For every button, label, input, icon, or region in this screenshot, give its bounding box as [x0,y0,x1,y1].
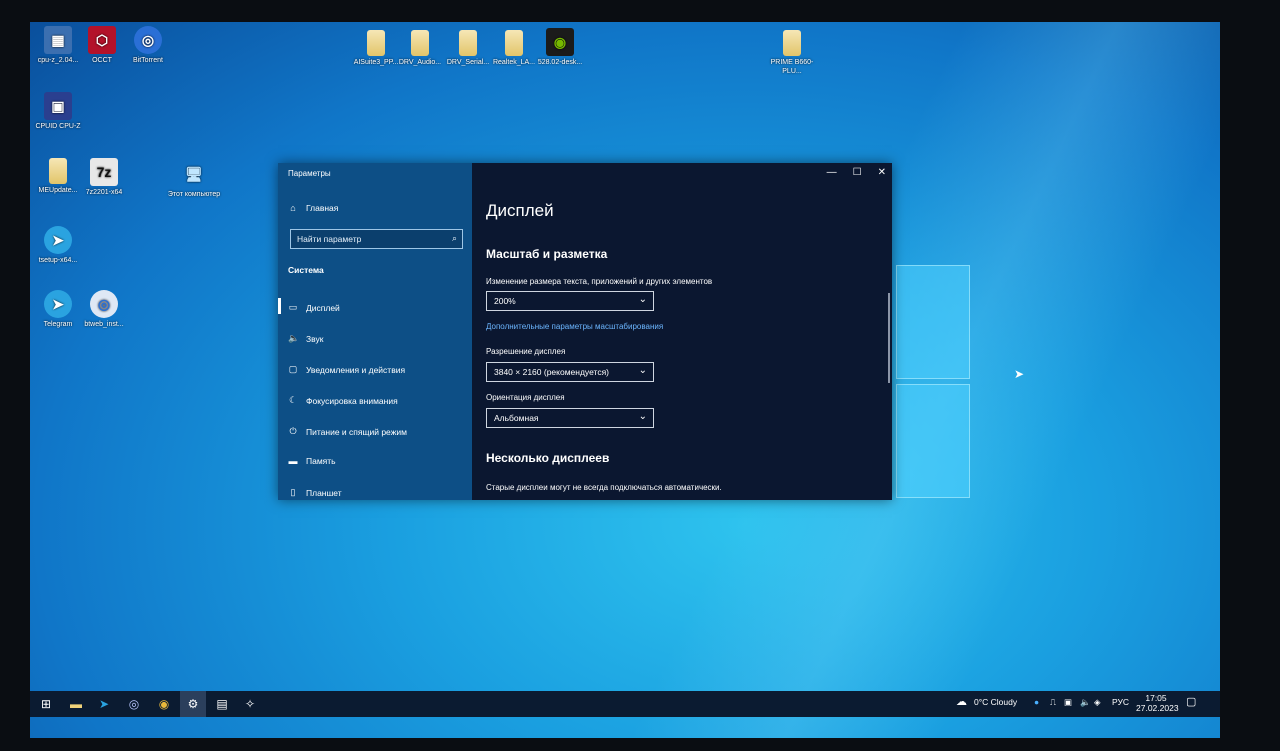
wallpaper-logo-pane [896,384,970,498]
folder-icon [411,30,429,56]
gpu-tray-icon[interactable]: ◈ [1094,697,1101,708]
tray-app-icon[interactable]: ● [1034,697,1039,707]
window-title: Параметры [288,169,331,178]
sidebar-item-focus[interactable]: ☾ Фокусировка внимания [288,395,398,406]
orientation-label: Ориентация дисплея [486,393,565,402]
browser-icon[interactable]: ◎ [126,696,142,712]
notification-center-icon[interactable]: ▢ [1186,695,1196,708]
start-button[interactable]: ⊞ [38,696,54,712]
volume-icon[interactable]: 🔈 [1080,697,1091,708]
home-icon: ⌂ [290,203,296,213]
settings-window: Параметры ⌂ Главная Найти параметр ⌕ Сис… [278,163,892,500]
section-heading-multiple-displays: Несколько дисплеев [486,451,610,465]
close-button[interactable]: ✕ [878,167,886,178]
settings-sidebar: Параметры ⌂ Главная Найти параметр ⌕ Сис… [278,163,472,500]
sidebar-item-storage[interactable]: ▬ Память [288,456,336,466]
minimize-button[interactable]: — [827,167,837,178]
installer-icon[interactable]: ▤ [214,696,230,712]
sidebar-item-power[interactable]: ⏻ Питание и спящий режим [288,426,407,437]
language-indicator[interactable]: РУС [1112,697,1129,707]
sidebar-item-display[interactable]: ▭ Дисплей [288,302,340,313]
desktop-icon-bittorrent[interactable]: ◎ BitTorrent [120,26,176,65]
settings-content: — ☐ ✕ Дисплей Масштаб и разметка Изменен… [472,163,892,500]
chevron-down-icon: ⌄ [638,365,647,376]
scale-dropdown[interactable]: 200% ⌄ [486,291,654,311]
7zip-icon: 7z [90,158,118,186]
tablet-icon: ▯ [290,487,296,497]
sidebar-item-tablet[interactable]: ▯ Планшет [288,487,342,498]
app-icon[interactable]: ✧ [242,696,258,712]
cpu-icon: ▦ [44,26,72,54]
computer-icon: 🖥 [185,165,203,182]
date-text: 27.02.2023 [1136,703,1179,713]
settings-gear-icon[interactable]: ⚙ [180,691,206,717]
desktop-icon-this-pc[interactable]: 🖥 Этот компьютер [166,160,222,199]
section-heading-scale: Масштаб и разметка [486,247,608,261]
sidebar-section-system: Система [288,265,324,275]
search-icon: ⌕ [451,233,457,243]
desktop-icon-nvidia-driver[interactable]: ◉ 528.02-desk... [532,28,588,67]
resolution-label: Разрешение дисплея [486,347,566,356]
monitor-icon: ▭ [288,302,298,312]
caption-buttons: — ☐ ✕ [827,167,886,178]
scale-label: Изменение размера текста, приложений и д… [486,277,713,286]
resolution-dropdown[interactable]: 3840 × 2160 (рекомендуется) ⌄ [486,362,654,382]
orientation-dropdown[interactable]: Альбомная ⌄ [486,408,654,428]
sidebar-item-home[interactable]: ⌂ Главная [288,203,338,213]
moon-icon: ☾ [288,395,298,405]
sidebar-item-notifications[interactable]: ▢ Уведомления и действия [288,364,405,375]
bittorrent-icon: ◎ [134,26,162,54]
folder-icon [783,30,801,56]
chevron-down-icon: ⌄ [638,294,647,305]
occt-icon: ⬡ [88,26,116,54]
power-icon: ⏻ [289,426,297,436]
cloud-icon: ☁ [956,696,967,708]
chrome-icon[interactable]: ◉ [156,696,172,712]
taskbar: ⊞ ▬ ➤ ◎ ◉ ⚙ ▤ ✧ ☁ 0°C Cloudy ● ⎍ ▣ 🔈 ◈ Р… [30,691,1220,717]
desktop: ▦ cpu-z_2.04... ⬡ OCCT ◎ BitTorrent ▣ CP… [30,22,1220,738]
page-title: Дисплей [486,201,554,220]
network-icon[interactable]: ▣ [1064,697,1072,708]
maximize-button[interactable]: ☐ [853,167,862,178]
telegram-icon: ➤ [44,226,72,254]
time-text: 17:05 [1145,693,1167,703]
speaker-icon: 🔈 [288,333,300,343]
multiple-displays-text: Старые дисплеи могут не всегда подключат… [486,483,722,492]
folder-icon [505,30,523,56]
folder-icon [367,30,385,56]
desktop-icon-prime-b660[interactable]: PRIME B660-PLU... [764,30,820,76]
desktop-icon-cpuid[interactable]: ▣ CPUID CPU-Z [30,92,86,131]
selection-indicator [278,298,281,314]
sidebar-item-sound[interactable]: 🔈 Звук [288,333,323,344]
desktop-icon-btweb[interactable]: ◎ btweb_inst... [76,290,132,329]
chevron-down-icon: ⌄ [638,411,647,422]
weather-text[interactable]: 0°C Cloudy [974,697,1017,707]
folder-icon [49,158,67,184]
advanced-scaling-link[interactable]: Дополнительные параметры масштабирования [486,322,663,331]
usb-icon[interactable]: ⎍ [1050,697,1056,708]
bittorrent-web-icon: ◎ [90,290,118,318]
notification-icon: ▢ [288,364,298,374]
desktop-icon-tsetup[interactable]: ➤ tsetup-x64... [30,226,86,265]
cpu-icon: ▣ [44,92,72,120]
wallpaper-logo-pane [896,265,970,379]
desktop-icon-7zip[interactable]: 7z 7z2201-x64 [76,158,132,197]
storage-icon: ▬ [288,456,298,466]
clock[interactable]: 17:05 27.02.2023 [1136,693,1179,713]
nvidia-icon: ◉ [546,28,574,56]
telegram-icon[interactable]: ➤ [96,696,112,712]
mouse-cursor-icon: ➤ [1014,367,1025,381]
folder-icon [459,30,477,56]
scrollbar[interactable] [888,293,890,383]
telegram-icon: ➤ [44,290,72,318]
file-explorer-icon[interactable]: ▬ [68,696,84,712]
search-input[interactable]: Найти параметр ⌕ [290,229,463,249]
